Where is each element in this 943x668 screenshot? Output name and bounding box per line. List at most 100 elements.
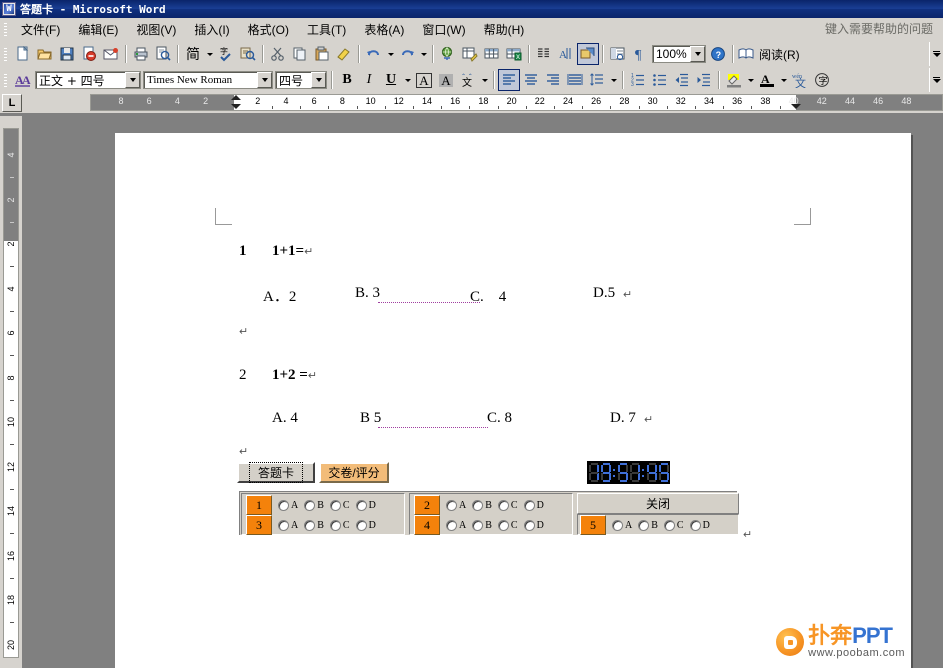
character-shading-button[interactable]: A	[435, 69, 457, 91]
decrease-indent-icon[interactable]	[671, 69, 693, 91]
undo-dropdown-arrow-icon[interactable]	[385, 43, 396, 65]
radio-icon[interactable]	[446, 499, 457, 511]
zoom-dropdown-arrow-icon[interactable]	[690, 46, 705, 62]
tab-selector-button[interactable]: L	[2, 94, 22, 112]
document-scroll-area[interactable]: 1 1+1=↵ A．2 B. 3 C. 4 D.5 ↵ ↵ 2 1+2 =↵ A…	[22, 116, 943, 668]
submit-grade-button[interactable]: 交卷/评分	[319, 462, 389, 483]
align-left-icon[interactable]	[498, 69, 520, 91]
answer-row-4-option-d[interactable]: D	[523, 519, 544, 531]
answer-row-4-option-a[interactable]: A	[446, 519, 466, 531]
zoom-combo[interactable]: 100%	[652, 45, 706, 63]
font-combo[interactable]: Times New Roman	[143, 71, 273, 89]
answer-row-1-option-a[interactable]: A	[278, 499, 298, 511]
numbered-list-icon[interactable]: 123	[627, 69, 649, 91]
highlight-color-dropdown-arrow-icon[interactable]	[745, 69, 756, 91]
insert-table-icon[interactable]	[481, 43, 503, 65]
menu-edit[interactable]: 编辑(E)	[69, 18, 127, 41]
answer-row-1-option-c[interactable]: C	[329, 499, 350, 511]
align-center-icon[interactable]	[520, 69, 542, 91]
research-icon[interactable]	[237, 43, 259, 65]
radio-icon[interactable]	[446, 519, 457, 531]
document-page[interactable]: 1 1+1=↵ A．2 B. 3 C. 4 D.5 ↵ ↵ 2 1+2 =↵ A…	[115, 133, 911, 668]
answer-row-1-option-b[interactable]: B	[304, 499, 324, 511]
style-dropdown-arrow-icon[interactable]	[125, 72, 140, 88]
radio-icon[interactable]	[523, 519, 535, 531]
hanging-indent-marker[interactable]	[231, 104, 241, 109]
horizontal-ruler[interactable]: 8 6 4 2 2 4 6 8 10 12 14 16 18 20 22 24 26 28 30 32 34 36 38 40…	[90, 94, 943, 111]
first-line-indent-marker[interactable]	[231, 95, 241, 100]
radio-icon[interactable]	[523, 499, 535, 511]
open-folder-icon[interactable]	[34, 43, 56, 65]
bold-button[interactable]: B	[336, 69, 358, 91]
answer-row-2-option-c[interactable]: C	[497, 499, 518, 511]
bulleted-list-icon[interactable]	[649, 69, 671, 91]
answer-row-3-option-a[interactable]: A	[278, 519, 298, 531]
menu-gripper[interactable]	[2, 20, 10, 38]
email-icon[interactable]	[100, 43, 122, 65]
menu-help[interactable]: 帮助(H)	[475, 18, 534, 41]
document-map-icon[interactable]	[607, 43, 629, 65]
answer-row-4-option-b[interactable]: B	[472, 519, 492, 531]
columns-icon[interactable]	[533, 43, 555, 65]
answer-row-5-option-d[interactable]: D	[689, 519, 710, 531]
font-size-combo[interactable]: 四号	[275, 71, 327, 89]
radio-icon[interactable]	[472, 519, 484, 531]
answer-row-4-option-c[interactable]: C	[497, 519, 518, 531]
enclose-character-icon[interactable]: 字	[811, 69, 833, 91]
answer-row-5-option-c[interactable]: C	[663, 519, 684, 531]
line-spacing-icon[interactable]	[586, 69, 608, 91]
font-color-dropdown-arrow-icon[interactable]	[778, 69, 789, 91]
radio-icon[interactable]	[472, 499, 484, 511]
styles-and-formatting-icon[interactable]: AA	[12, 69, 34, 91]
answer-row-2-option-b[interactable]: B	[472, 499, 492, 511]
underline-button[interactable]: U	[380, 69, 402, 91]
radio-icon[interactable]	[497, 499, 509, 511]
menu-tools[interactable]: 工具(T)	[298, 18, 355, 41]
phonetic-guide-icon[interactable]: wén 文	[789, 69, 811, 91]
cut-icon[interactable]	[267, 43, 289, 65]
pinyin-dropdown-arrow-icon[interactable]	[479, 69, 490, 91]
redo-dropdown-arrow-icon[interactable]	[418, 43, 429, 65]
radio-icon[interactable]	[304, 519, 316, 531]
line-spacing-dropdown-arrow-icon[interactable]	[608, 69, 619, 91]
radio-icon[interactable]	[689, 519, 701, 531]
answer-row-2-option-a[interactable]: A	[446, 499, 466, 511]
undo-icon[interactable]	[363, 43, 385, 65]
answer-row-1-option-d[interactable]: D	[355, 499, 376, 511]
increase-indent-icon[interactable]	[693, 69, 715, 91]
radio-icon[interactable]	[663, 519, 675, 531]
font-size-dropdown-arrow-icon[interactable]	[311, 72, 326, 88]
insert-excel-sheet-icon[interactable]: X	[503, 43, 525, 65]
document-text-content[interactable]: 1 1+1=↵ A．2 B. 3 C. 4 D.5 ↵ ↵ 2 1+2 =↵ A…	[115, 133, 911, 668]
show-formatting-marks-icon[interactable]: ¶	[629, 43, 651, 65]
answer-row-3-option-d[interactable]: D	[355, 519, 376, 531]
reading-layout-icon[interactable]	[737, 43, 755, 65]
menu-file[interactable]: 文件(F)	[12, 18, 69, 41]
ask-a-question-box[interactable]: 键入需要帮助的问题	[787, 20, 937, 37]
redo-icon[interactable]	[396, 43, 418, 65]
menu-window[interactable]: 窗口(W)	[413, 18, 474, 41]
tables-and-borders-icon[interactable]	[459, 43, 481, 65]
menu-table[interactable]: 表格(A)	[355, 18, 413, 41]
radio-icon[interactable]	[497, 519, 509, 531]
radio-icon[interactable]	[355, 499, 367, 511]
close-button[interactable]: 关闭	[577, 493, 739, 514]
drawing-icon[interactable]	[577, 43, 599, 65]
answer-row-2-option-d[interactable]: D	[523, 499, 544, 511]
new-document-icon[interactable]	[12, 43, 34, 65]
menu-insert[interactable]: 插入(I)	[185, 18, 238, 41]
spelling-check-icon[interactable]: 字	[215, 43, 237, 65]
save-icon[interactable]	[56, 43, 78, 65]
style-combo[interactable]: 正文 + 四号	[35, 71, 141, 89]
print-preview-icon[interactable]	[152, 43, 174, 65]
menu-format[interactable]: 格式(O)	[239, 18, 298, 41]
reading-layout-label[interactable]: 阅读(R)	[755, 46, 804, 63]
answer-row-3-option-c[interactable]: C	[329, 519, 350, 531]
radio-icon[interactable]	[355, 519, 367, 531]
justify-icon[interactable]	[564, 69, 586, 91]
radio-icon[interactable]	[304, 499, 316, 511]
format-painter-icon[interactable]	[333, 43, 355, 65]
radio-icon[interactable]	[278, 519, 289, 531]
formatting-toolbar-gripper[interactable]	[2, 71, 10, 89]
font-dropdown-arrow-icon[interactable]	[257, 72, 272, 88]
